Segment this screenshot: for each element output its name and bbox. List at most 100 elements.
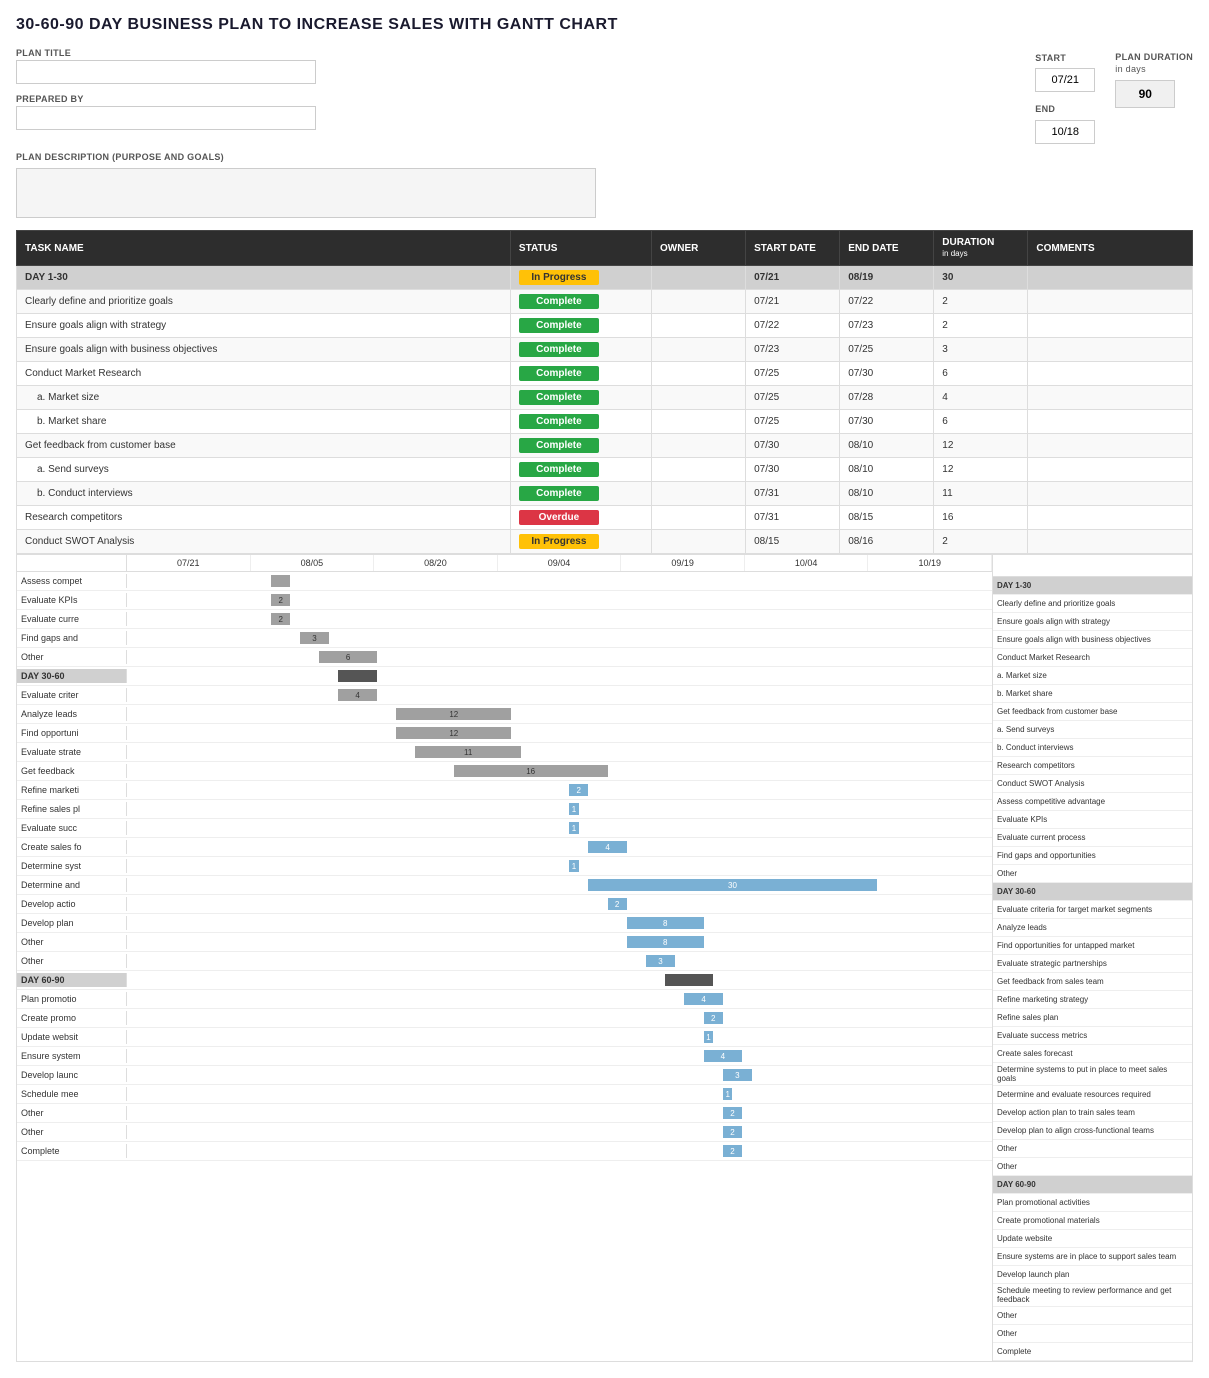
gantt-bars-area: 6 [127, 648, 992, 666]
gantt-bars-area: 1 [127, 819, 992, 837]
gantt-row-label: Schedule mee [17, 1087, 127, 1101]
start-date-cell: 07/23 [746, 338, 840, 362]
status-cell: Complete [510, 290, 651, 314]
gantt-bar: 3 [723, 1069, 752, 1081]
start-date-cell: 07/22 [746, 314, 840, 338]
task-name-cell: a. Send surveys [17, 458, 511, 482]
task-name-cell: Research competitors [17, 506, 511, 530]
gantt-row-label: Assess compet [17, 574, 127, 588]
gantt-bar: 4 [338, 689, 376, 701]
task-name-cell: Clearly define and prioritize goals [17, 290, 511, 314]
gantt-legend-item: Ensure goals align with business objecti… [993, 631, 1192, 649]
gantt-bars-area: 2 [127, 781, 992, 799]
gantt-row-label: Find opportuni [17, 726, 127, 740]
status-badge: In Progress [519, 270, 599, 285]
gantt-row-label: Evaluate strate [17, 745, 127, 759]
gantt-row-label: Refine sales pl [17, 802, 127, 816]
gantt-bars-area: 4 [127, 990, 992, 1008]
gantt-row-label: Evaluate curre [17, 612, 127, 626]
gantt-row-label: DAY 60-90 [17, 973, 127, 987]
gantt-bar: 2 [271, 594, 290, 606]
plan-title-input[interactable] [16, 60, 316, 84]
gantt-legend-item: b. Conduct interviews [993, 739, 1192, 757]
gantt-bar: 8 [627, 917, 704, 929]
col-duration-header: DURATION in days [934, 231, 1028, 266]
status-cell: Complete [510, 362, 651, 386]
gantt-legend-item: DAY 1-30 [993, 577, 1192, 595]
description-group: PLAN DESCRIPTION (PURPOSE AND GOALS) [16, 152, 1193, 218]
duration-cell: 12 [934, 458, 1028, 482]
gantt-legend-item: Evaluate criteria for target market segm… [993, 901, 1192, 919]
gantt-row: Schedule mee 1 [17, 1085, 992, 1104]
col-task-header: TASK NAME [17, 231, 511, 266]
end-date-cell: 08/10 [840, 482, 934, 506]
table-row: a. Send surveys Complete 07/30 08/10 12 [17, 458, 1193, 482]
gantt-bar: 2 [723, 1145, 742, 1157]
gantt-bar: 3 [646, 955, 675, 967]
gantt-legend-item: DAY 60-90 [993, 1176, 1192, 1194]
gantt-row: Refine sales pl1 [17, 800, 992, 819]
gantt-row: Develop plan8 [17, 914, 992, 933]
gantt-row: Plan promotio4 [17, 990, 992, 1009]
plan-duration-input[interactable] [1115, 80, 1175, 108]
gantt-bars-area: 2 [127, 591, 992, 609]
col-comments-header: COMMENTS [1028, 231, 1193, 266]
gantt-legend-item: Ensure goals align with strategy [993, 613, 1192, 631]
start-date-cell: 07/21 [746, 266, 840, 290]
gantt-legend-item: Find gaps and opportunities [993, 847, 1192, 865]
status-badge: Complete [519, 438, 599, 453]
duration-cell: 3 [934, 338, 1028, 362]
gantt-legend-item: Refine marketing strategy [993, 991, 1192, 1009]
gantt-row: Complete 2 [17, 1142, 992, 1161]
start-input[interactable] [1035, 68, 1095, 92]
table-row: Ensure goals align with strategy Complet… [17, 314, 1193, 338]
prepared-by-input[interactable] [16, 106, 316, 130]
form-row-1: PLAN TITLE PREPARED BY START END [16, 48, 1193, 144]
gantt-row-label: Complete [17, 1144, 127, 1158]
gantt-date-cell: 08/20 [374, 555, 498, 571]
gantt-bar [338, 670, 376, 682]
gantt-legend-item: Other [993, 1140, 1192, 1158]
gantt-row-label: Ensure system [17, 1049, 127, 1063]
comments-cell [1028, 266, 1193, 290]
gantt-bar: 2 [723, 1107, 742, 1119]
end-date-cell: 08/15 [840, 506, 934, 530]
gantt-bars-area: 4 [127, 838, 992, 856]
table-row: Clearly define and prioritize goals Comp… [17, 290, 1193, 314]
gantt-row: Develop launc3 [17, 1066, 992, 1085]
gantt-bar: 2 [723, 1126, 742, 1138]
gantt-legend-item: Develop plan to align cross-functional t… [993, 1122, 1192, 1140]
plan-title-group: PLAN TITLE [16, 48, 995, 84]
gantt-row: Other6 [17, 648, 992, 667]
gantt-row-label: Evaluate criter [17, 688, 127, 702]
gantt-row: Evaluate curre2 [17, 610, 992, 629]
duration-cell: 2 [934, 290, 1028, 314]
owner-cell [652, 410, 746, 434]
gantt-bars-area: 2 [127, 1142, 992, 1160]
owner-cell [652, 314, 746, 338]
comments-cell [1028, 482, 1193, 506]
gantt-bar: 2 [608, 898, 627, 910]
gantt-bars-area: 2 [127, 1123, 992, 1141]
gantt-bar: 1 [723, 1088, 733, 1100]
gantt-bars-area: 1 [127, 857, 992, 875]
gantt-bars-area: 4 [127, 1047, 992, 1065]
form-section: PLAN TITLE PREPARED BY START END [16, 48, 1193, 218]
gantt-row: DAY 60-90 [17, 971, 992, 990]
gantt-bars-area [127, 971, 992, 989]
status-badge: Complete [519, 366, 599, 381]
gantt-legend-item: Other [993, 865, 1192, 883]
gantt-row-label: Find gaps and [17, 631, 127, 645]
start-date-cell: 08/15 [746, 530, 840, 554]
start-date-cell: 07/25 [746, 362, 840, 386]
end-date-cell: 08/10 [840, 458, 934, 482]
comments-cell [1028, 530, 1193, 554]
gantt-bars-area: 2 [127, 610, 992, 628]
end-input[interactable] [1035, 120, 1095, 144]
gantt-legend-item: Clearly define and prioritize goals [993, 595, 1192, 613]
gantt-bar: 30 [588, 879, 876, 891]
gantt-bar: 1 [569, 822, 579, 834]
gantt-bar: 1 [569, 860, 579, 872]
description-input[interactable] [16, 168, 596, 218]
gantt-legend-item: Complete [993, 1343, 1192, 1361]
